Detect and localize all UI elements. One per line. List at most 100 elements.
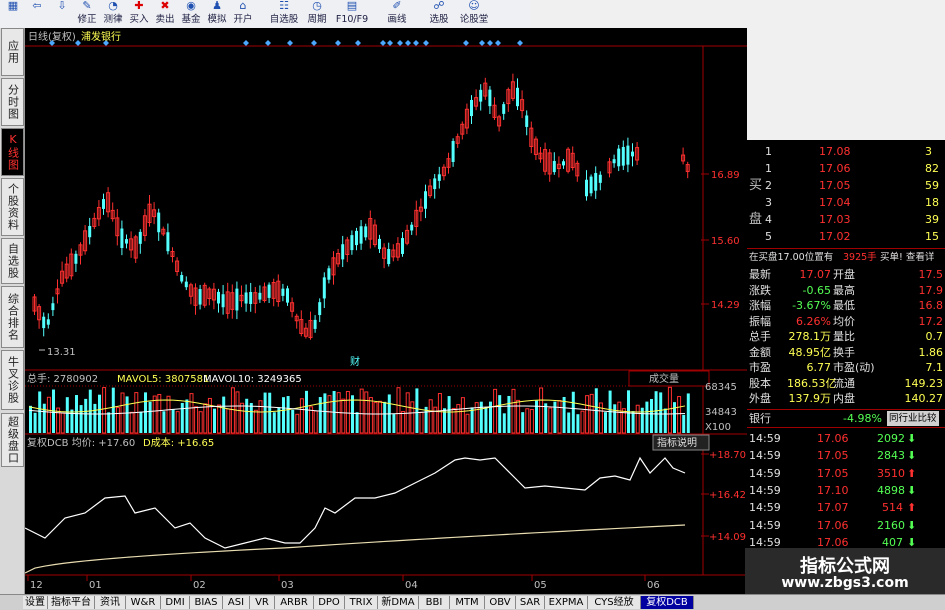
left-tab-3[interactable]: 个股资料 [1, 178, 24, 236]
volume-bar [230, 387, 235, 434]
volume-bar [194, 406, 199, 434]
toolbar-button-windows[interactable]: ▦ [2, 0, 24, 28]
volume-bar [291, 409, 295, 433]
indicator-tab-12[interactable]: BBI [419, 596, 450, 609]
candle-body [589, 176, 593, 194]
indicator-tab-10[interactable]: TRIX [345, 596, 378, 609]
left-tab-2[interactable]: K线图 [1, 128, 24, 176]
quote-row: 金额 48.95亿 换手 1.86 [747, 345, 945, 360]
dcb-axis-1: +18.70 [709, 450, 746, 461]
indicator-tab-18[interactable]: 复权DCB [641, 596, 694, 609]
trade-volume: 514 [882, 501, 903, 515]
indicator-tab-9[interactable]: DPO [314, 596, 345, 609]
indicator-tab-5[interactable]: BIAS [190, 596, 223, 609]
toolbar-button-开户[interactable]: ⌂ 开户 [230, 0, 256, 28]
test-icon: ◔ [108, 0, 118, 12]
toolbar-button-down[interactable]: ⇩ [50, 0, 74, 28]
x-axis-label: 04 [405, 580, 418, 591]
toolbar-button-周期[interactable]: ◷ 周期 [302, 0, 332, 28]
trade-time: 14:59 [749, 432, 781, 445]
volume-bar [84, 398, 88, 433]
indicator-tab-1[interactable]: 指标平台 [48, 596, 95, 609]
back-icon: ⇦ [32, 0, 42, 12]
volume-bar [60, 412, 65, 434]
volume-bar [213, 408, 216, 433]
indicator-explain-label: 指标说明 [657, 436, 697, 449]
indicator-tab-14[interactable]: OBV [485, 596, 516, 609]
indicator-tab-17[interactable]: CYS经放 [588, 596, 641, 609]
indicator-tab-16[interactable]: EXPMA [545, 596, 588, 609]
candle-body [631, 151, 634, 157]
toolbar-button-论股堂[interactable]: ☺ 论股堂 [456, 0, 492, 28]
industry-row: 银行 -4.98% 同行业比较 [747, 411, 945, 426]
left-tab-7[interactable]: 超级盘口 [1, 413, 24, 467]
volume-bar [318, 397, 322, 433]
toolbar-button-自选股[interactable]: ☷ 自选股 [266, 0, 302, 28]
indicator-tab-15[interactable]: SAR [516, 596, 545, 609]
volume-bar [562, 396, 566, 433]
toolbar-button-back[interactable]: ⇦ [24, 0, 50, 28]
toolbar-button-卖出[interactable]: ✖ 卖出 [152, 0, 178, 28]
volume-bar [580, 410, 585, 434]
trade-volume: 2092 [877, 432, 905, 445]
toolbar-button-测律[interactable]: ◔ 测律 [100, 0, 126, 28]
toolbar-button-买入[interactable]: ✚ 买入 [126, 0, 152, 28]
volume-bar [359, 388, 364, 434]
left-tab-1[interactable]: 分时图 [1, 78, 24, 126]
order-book-price: 17.06 [819, 162, 851, 175]
left-tab-0[interactable]: 应用 [1, 28, 24, 76]
quote-label: 最低 [833, 299, 855, 312]
order-book-row: 买 2 17.05 59 [747, 178, 945, 193]
kline-chart-area[interactable]: 日线(复权) 浦发银行 16.89 15.60 14.29 13.31 财 总手… [24, 28, 747, 595]
trade-row: 14:59 17.07 514 ⬆ [747, 500, 945, 515]
toolbar-button-画线[interactable]: ✐ 画线 [382, 0, 412, 28]
event-marker[interactable]: 财 [350, 355, 360, 368]
indicator-tab-2[interactable]: 资讯 [95, 596, 126, 609]
indicator-tab-6[interactable]: ASI [223, 596, 250, 609]
volume-bar [341, 398, 346, 434]
candle-body [120, 228, 124, 249]
quote-value: 17.07 [799, 268, 832, 281]
event-diamond-icon [479, 40, 485, 46]
indicator-tab-8[interactable]: ARBR [275, 596, 314, 609]
volume-bar [529, 409, 534, 434]
indicator-tab-7[interactable]: VR [250, 596, 275, 609]
left-tab-4[interactable]: 自选股 [1, 238, 24, 284]
candle-body [378, 238, 381, 250]
volume-axis-2: 34843 [705, 407, 737, 418]
candle-body [327, 268, 331, 280]
volume-bar [428, 399, 433, 434]
toolbar-button-选股[interactable]: ☍ 选股 [422, 0, 456, 28]
left-tab-6[interactable]: 牛叉诊股 [1, 350, 24, 410]
indicator-tab-13[interactable]: MTM [450, 596, 485, 609]
toolbar-button-label: 选股 [429, 14, 449, 25]
volume-bar [553, 401, 557, 433]
quote-value: 17.2 [918, 314, 944, 328]
volume-bar [589, 393, 594, 434]
volume-bar [470, 407, 474, 433]
candle-body [42, 316, 46, 329]
quote-label: 最高 [833, 283, 855, 297]
candle-body [341, 244, 345, 260]
candle-body [249, 292, 253, 304]
volume-bar [521, 412, 525, 433]
toolbar-button-基金[interactable]: ◉ 基金 [178, 0, 204, 28]
industry-compare-button[interactable]: 同行业比较 [887, 411, 939, 426]
indicator-tab-3[interactable]: W&R [126, 596, 161, 609]
left-tab-5[interactable]: 综合排名 [1, 286, 24, 348]
candle-body [562, 161, 565, 166]
candle-body [621, 146, 625, 166]
quote-label: 市盈(动) [833, 361, 875, 374]
event-diamond-icon [397, 40, 403, 46]
quote-value: 149.23 [904, 376, 944, 390]
left-tab-bar: 应用 分时图 K线图 个股资料 自选股 综合排名 牛叉诊股超级盘口 [0, 28, 25, 594]
indicator-tab-11[interactable]: 新DMA [378, 596, 419, 609]
indicator-tab-4[interactable]: DMI [161, 596, 190, 609]
order-book-level: 5 [765, 230, 772, 243]
indicator-tab-0[interactable]: 设置 [23, 596, 48, 609]
toolbar-button-修正[interactable]: ✎ 修正 [74, 0, 100, 28]
order-book-price: 17.05 [819, 179, 851, 192]
quote-value: 6.26% [796, 314, 831, 328]
toolbar-button-F10/F9[interactable]: ▤ F10/F9 [332, 0, 372, 28]
toolbar-button-模拟[interactable]: ♟ 模拟 [204, 0, 230, 28]
